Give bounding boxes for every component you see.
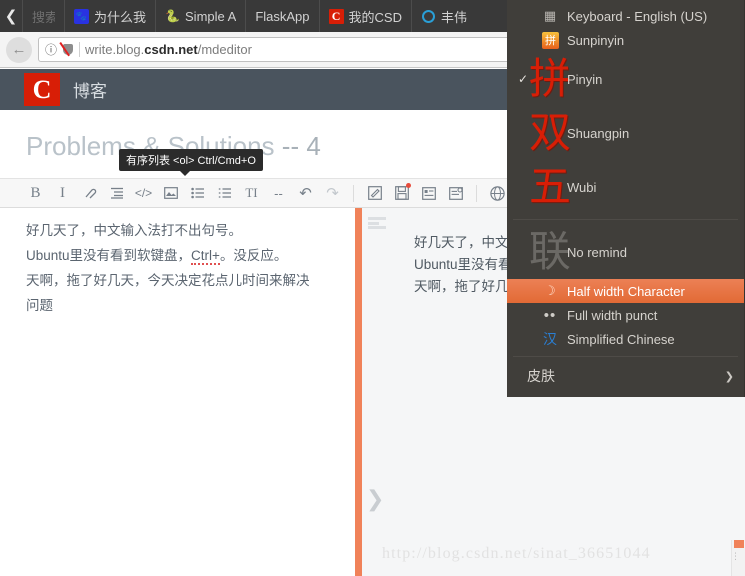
- ime-menu-item-keyboard-english[interactable]: ▦ Keyboard - English (US): [507, 4, 744, 28]
- ime-menu-item-full-width-punct[interactable]: •• Full width punct: [507, 303, 744, 327]
- spellcheck-underline: Ctrl+: [191, 248, 220, 265]
- browser-tab-0[interactable]: 搜索: [22, 0, 64, 32]
- ime-menu-item-label: Wubi: [567, 179, 597, 195]
- ime-menu-item-wubi[interactable]: 五 Wubi: [507, 160, 744, 214]
- tab-label: Simple A: [185, 8, 237, 24]
- toolbar-divider-2: [476, 184, 477, 202]
- article-list-icon[interactable]: [415, 180, 442, 206]
- wubi-icon: 五: [529, 162, 572, 211]
- page-scrollbar[interactable]: ⋮: [731, 540, 745, 576]
- scrollbar-thumb[interactable]: [734, 540, 744, 548]
- toolbar-tooltip: 有序列表 <ol> Ctrl/Cmd+O: [119, 149, 263, 176]
- pane-collapse-chevron-icon[interactable]: ❯: [366, 488, 384, 510]
- ime-menu-item-half-width-character[interactable]: ☽ Half width Character: [507, 279, 744, 303]
- indent-icon[interactable]: [103, 180, 130, 206]
- sunpinyin-icon: 拼: [542, 31, 559, 49]
- ime-menu-item-simplified-chinese[interactable]: 汉 Simplified Chinese: [507, 327, 744, 351]
- document-title-suffix: -- 4: [274, 131, 321, 161]
- editor-line: 好几天了，中文输入法打不出句号。: [26, 223, 242, 238]
- browser-tab-5[interactable]: 丰伟: [410, 0, 476, 32]
- csdn-logo-icon: C: [328, 8, 344, 24]
- watermark-text: http://blog.csdn.net/sinat_36651044: [382, 545, 651, 562]
- keyboard-icon: ▦: [543, 8, 557, 23]
- ime-menu-item-config[interactable]: 配置: [507, 390, 744, 397]
- link-icon[interactable]: [76, 180, 103, 206]
- ime-menu-item-label: Half width Character: [567, 283, 685, 299]
- code-icon[interactable]: </>: [130, 180, 157, 206]
- shield-slash-icon[interactable]: [59, 41, 74, 57]
- toolbar-divider-1: [353, 184, 354, 202]
- url-path: /mdeditor: [197, 42, 252, 57]
- site-name-label: 博客: [73, 82, 107, 101]
- ime-menu-item-label: 配置: [513, 394, 744, 397]
- editor-line: 天啊，拖了好几天，今天决定花点儿时间来解决: [26, 273, 310, 288]
- csdn-logo-icon[interactable]: C: [24, 73, 60, 106]
- ime-menu-item-label: Shuangpin: [567, 125, 630, 141]
- ime-menu-item-label: Full width punct: [567, 307, 658, 323]
- chevron-right-icon: ❯: [724, 370, 734, 383]
- ime-menu-item-sunpinyin[interactable]: 拼 Sunpinyin: [507, 28, 744, 52]
- url-divider: [79, 42, 81, 57]
- ime-context-menu[interactable]: ▦ Keyboard - English (US) 拼 Sunpinyin ✓ …: [507, 0, 745, 397]
- tab-label: 搜索: [32, 9, 55, 25]
- ime-menu-item-no-remind[interactable]: 联 No remind: [507, 225, 744, 279]
- simplified-chinese-icon: 汉: [543, 332, 557, 348]
- half-width-moon-icon: ☽: [544, 283, 556, 298]
- horizontal-rule-icon[interactable]: --: [265, 180, 292, 206]
- no-remind-icon: 联: [529, 227, 572, 276]
- undo-icon[interactable]: ↶: [292, 180, 319, 206]
- page-info-icon[interactable]: ⓘ: [45, 41, 57, 58]
- editor-scrollbar[interactable]: [355, 208, 362, 576]
- unsaved-indicator-dot: [406, 183, 411, 188]
- url-text: write.blog.csdn.net/mdeditor: [85, 42, 536, 57]
- browser-window: ❮ 搜索 🐾 为什么我 🐍 Simple A FlaskApp C 我的CSD …: [0, 0, 745, 576]
- tab-label: 我的CSD: [348, 9, 402, 25]
- text-size-icon[interactable]: TI: [238, 180, 265, 206]
- ime-menu-item-pinyin[interactable]: ✓ 拼 Pinyin: [507, 52, 744, 106]
- preview-toggle-icon[interactable]: [368, 217, 386, 229]
- ime-menu-item-label: Simplified Chinese: [567, 331, 675, 347]
- tab-label: FlaskApp: [255, 8, 310, 24]
- pinyin-icon: 拼: [529, 54, 572, 103]
- save-icon[interactable]: [388, 180, 415, 206]
- url-prefix: write.blog.: [85, 42, 145, 57]
- url-domain: csdn.net: [144, 42, 198, 57]
- edit-icon[interactable]: [361, 180, 388, 206]
- italic-icon[interactable]: I: [49, 180, 76, 206]
- editor-line: 问题: [26, 298, 53, 313]
- ime-menu-item-label: Pinyin: [567, 71, 603, 87]
- ime-menu-item-shuangpin[interactable]: 双 Shuangpin: [507, 106, 744, 160]
- tab-label: 为什么我: [94, 9, 147, 25]
- editor-line: Ubuntu里没有看到软键盘，Ctrl+。没反应。: [26, 248, 288, 265]
- markdown-editor-pane[interactable]: 好几天了，中文输入法打不出句号。 Ubuntu里没有看到软键盘，Ctrl+。没反…: [0, 208, 355, 576]
- menu-separator: [513, 219, 738, 220]
- baidu-paw-icon: 🐾: [74, 8, 89, 24]
- scrollbar-dots-icon: ⋮: [731, 551, 740, 561]
- flask-snake-icon: 🐍: [165, 9, 180, 23]
- ordered-list-icon[interactable]: [184, 180, 211, 206]
- back-button[interactable]: ←: [6, 36, 32, 63]
- shuangpin-icon: 双: [529, 108, 572, 157]
- ime-menu-item-skin[interactable]: 皮肤 ❯: [507, 362, 744, 390]
- redo-icon[interactable]: ↷: [319, 180, 346, 206]
- tab-scroll-left-icon[interactable]: ❮: [0, 0, 22, 32]
- browser-tab-2[interactable]: 🐍 Simple A: [155, 0, 245, 32]
- unordered-list-icon[interactable]: [211, 180, 238, 206]
- bold-icon[interactable]: B: [22, 180, 49, 206]
- ime-menu-item-label: 皮肤: [527, 368, 555, 384]
- ime-menu-item-label: Keyboard - English (US): [567, 8, 708, 24]
- browser-tab-1[interactable]: 🐾 为什么我: [64, 0, 155, 32]
- ime-menu-item-label: Sunpinyin: [567, 32, 625, 48]
- browser-tab-3[interactable]: FlaskApp: [245, 0, 318, 32]
- tab-label: 丰伟: [440, 9, 467, 25]
- browser-tab-4[interactable]: C 我的CSD: [318, 0, 411, 32]
- article-settings-icon[interactable]: [442, 180, 469, 206]
- image-icon[interactable]: [157, 180, 184, 206]
- full-width-punct-icon: ••: [543, 306, 557, 324]
- menu-separator: [513, 356, 738, 357]
- ime-menu-item-label: No remind: [567, 244, 627, 260]
- blue-circle-icon: [421, 9, 436, 24]
